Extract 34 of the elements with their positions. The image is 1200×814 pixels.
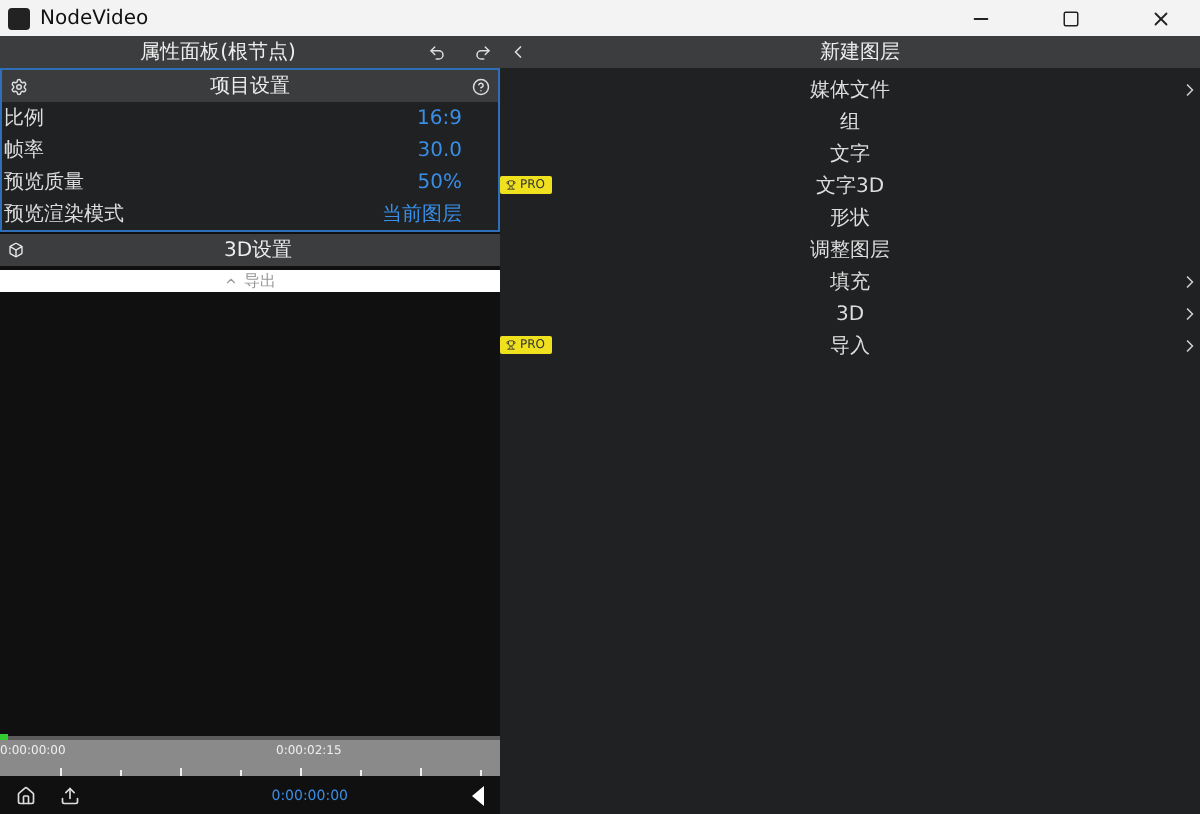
menu-item[interactable]: 调整图层 [500,234,1200,266]
maximize-icon[interactable] [1061,9,1079,27]
menu-item[interactable]: 媒体文件 [500,74,1200,106]
setting-label: 预览质量 [4,169,84,196]
undo-button[interactable] [428,43,446,61]
menu-item[interactable]: 3D [500,298,1200,330]
setting-value[interactable]: 当前图层 [382,200,462,228]
section-header[interactable]: 3D设置 [0,234,500,266]
section-title: 项目设置 [208,73,292,100]
setting-label: 比例 [4,105,44,132]
menu-item[interactable]: 形状 [500,202,1200,234]
setting-label: 预览渲染模式 [4,201,124,228]
setting-value[interactable]: 30.0 [417,139,462,161]
cube-icon [8,242,24,258]
redo-button[interactable] [474,43,492,61]
playhead-marker [0,734,8,740]
section-title: 3D设置 [221,237,295,264]
menu-item[interactable]: 组 [500,106,1200,138]
setting-label: 帧率 [4,137,44,164]
upload-icon[interactable] [60,785,80,805]
help-icon[interactable] [472,77,490,95]
window-title: NodeVideo [40,7,151,29]
settings-icon[interactable] [10,77,28,95]
caret-icon [224,274,238,288]
collapse-triangle-icon[interactable] [472,785,484,805]
close-icon[interactable] [1149,7,1171,29]
setting-value[interactable]: 16:9 [417,107,462,129]
menu-item[interactable]: 填充 [500,266,1200,298]
home-icon[interactable] [16,785,36,805]
panel-title: 属性面板(根节点) [138,39,298,66]
setting-value[interactable]: 50% [417,171,462,193]
menu-item[interactable]: 文字 [500,138,1200,170]
app-logo-icon [8,7,30,29]
panel-title: 新建图层 [818,39,902,66]
